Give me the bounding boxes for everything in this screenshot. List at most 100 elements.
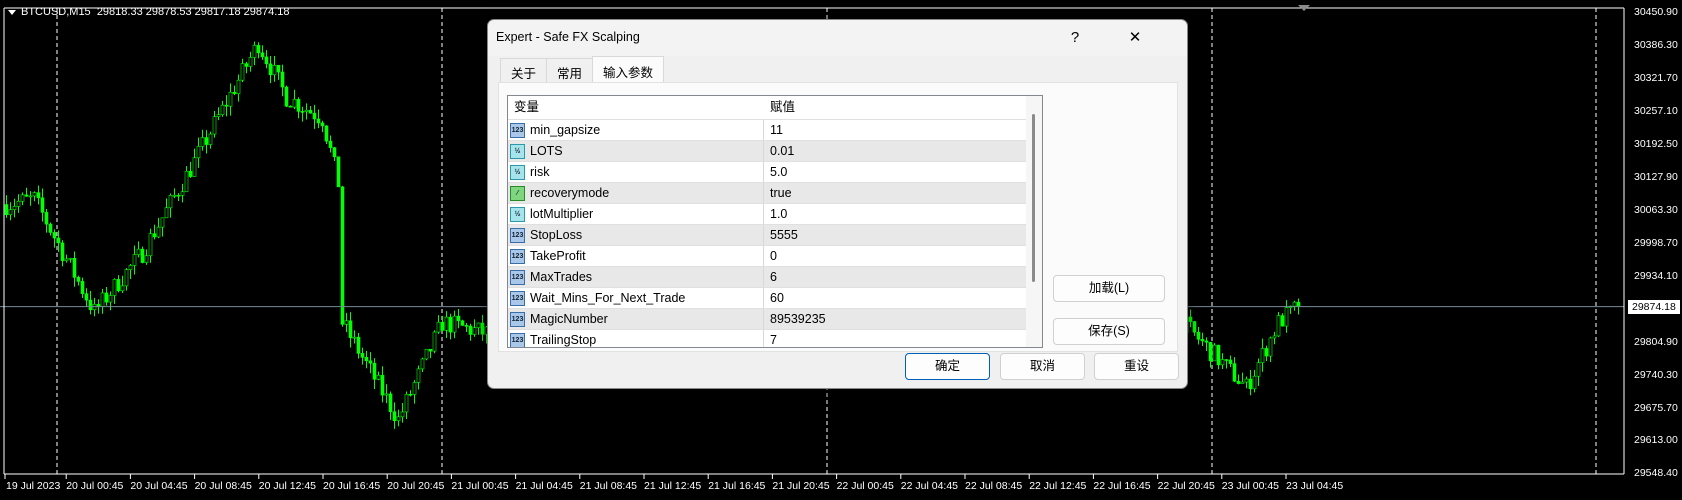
param-name-cell: ½ LOTS: [508, 141, 764, 161]
candle-body: [1232, 363, 1237, 382]
candle-body: [420, 358, 425, 370]
candle-body: [76, 277, 81, 282]
param-row[interactable]: 123 TrailingStop 7: [508, 329, 1042, 347]
candle-body: [416, 368, 421, 383]
param-row[interactable]: 123 MaxTrades 6: [508, 266, 1042, 287]
symbol-header[interactable]: BTCUSD,M15 29818.33 29878.53 29817.18 29…: [8, 6, 290, 18]
candle-body: [296, 99, 301, 112]
param-name: TakeProfit: [530, 248, 586, 263]
candle-body: [72, 257, 77, 278]
help-button[interactable]: ?: [1052, 24, 1098, 52]
candle-body: [440, 321, 445, 331]
integer-type-icon: 123: [510, 122, 525, 138]
param-value[interactable]: 5.0: [764, 162, 787, 182]
candle-body: [48, 223, 53, 233]
param-row[interactable]: 123 Wait_Mins_For_Next_Trade 60: [508, 287, 1042, 308]
param-value[interactable]: 5555: [764, 225, 798, 245]
time-label: 20 Jul 12:45: [258, 480, 317, 492]
candle-body: [380, 374, 385, 396]
ok-button[interactable]: 确定: [905, 353, 990, 380]
candle-body: [1248, 378, 1253, 390]
close-button[interactable]: ✕: [1112, 24, 1158, 52]
param-row[interactable]: ⁄ recoverymode true: [508, 182, 1042, 203]
param-value[interactable]: 0.01: [764, 141, 794, 161]
candle-body: [240, 63, 245, 81]
reset-button[interactable]: 重设: [1094, 353, 1179, 380]
dropdown-triangle-icon[interactable]: [8, 9, 16, 15]
candle-body: [408, 394, 413, 396]
price-label: 30127.90: [1634, 171, 1678, 183]
time-label: 21 Jul 16:45: [708, 480, 766, 492]
candle-body: [148, 233, 153, 257]
candle-body: [472, 327, 477, 335]
scrollbar[interactable]: [1026, 96, 1042, 347]
candle-body: [276, 64, 281, 73]
integer-type-icon: 123: [510, 269, 525, 285]
param-value[interactable]: 0: [764, 246, 777, 266]
load-button[interactable]: 加载(L): [1053, 275, 1165, 302]
param-name-cell: 123 MaxTrades: [508, 267, 764, 287]
candle-body: [1236, 380, 1241, 384]
candle-body: [1192, 321, 1197, 333]
candle-body: [188, 170, 193, 177]
param-value[interactable]: true: [764, 183, 792, 203]
param-name: StopLoss: [530, 227, 583, 242]
candle-body: [328, 140, 333, 148]
candle-body: [292, 99, 297, 108]
tab-common[interactable]: 常用: [546, 58, 594, 82]
tab-inputs[interactable]: 输入参数: [592, 56, 665, 82]
candle-body: [248, 57, 253, 67]
column-variable[interactable]: 变量: [508, 96, 764, 119]
scrollbar-thumb[interactable]: [1032, 114, 1035, 282]
param-value[interactable]: 7: [764, 330, 777, 347]
candle-body: [12, 206, 17, 210]
symbol-name: BTCUSD,M15: [21, 6, 91, 18]
price-label: 29934.10: [1634, 270, 1678, 282]
candle-body: [196, 146, 201, 159]
param-row[interactable]: ½ lotMultiplier 1.0: [508, 203, 1042, 224]
param-row[interactable]: ½ LOTS 0.01: [508, 140, 1042, 161]
inputs-panel: 变量 赋值 123 min_gapsize 11 ½ LOTS 0.01 ½ risk 5.0 ⁄…: [498, 82, 1178, 352]
param-row[interactable]: 123 TakeProfit 0: [508, 245, 1042, 266]
candle-body: [316, 118, 321, 124]
candle-body: [136, 248, 141, 255]
tab-about[interactable]: 关于: [500, 58, 548, 82]
param-name-cell: ½ risk: [508, 162, 764, 182]
save-button[interactable]: 保存(S): [1053, 318, 1165, 345]
candle-body: [1268, 337, 1273, 357]
candle-body: [280, 71, 285, 88]
ohlc-values: 29818.33 29878.53 29817.18 29874.18: [96, 6, 290, 18]
column-value[interactable]: 赋值: [764, 96, 795, 119]
candle-body: [304, 109, 309, 112]
candle-body: [1196, 331, 1201, 340]
param-row[interactable]: 123 min_gapsize 11: [508, 119, 1042, 140]
candle-body: [160, 217, 165, 228]
candle-body: [44, 212, 49, 225]
param-value[interactable]: 60: [764, 288, 784, 308]
integer-type-icon: 123: [510, 227, 525, 243]
time-label: 20 Jul 16:45: [323, 480, 381, 492]
price-label: 29998.70: [1634, 237, 1678, 249]
param-value[interactable]: 11: [764, 120, 783, 140]
param-row[interactable]: 123 MagicNumber 89539235: [508, 308, 1042, 329]
expert-properties-dialog: Expert - Safe FX Scalping ? ✕ 关于 常用 输入参数…: [487, 19, 1188, 389]
param-value[interactable]: 89539235: [764, 309, 826, 329]
candle-body: [140, 248, 145, 263]
time-label: 23 Jul 04:45: [1286, 480, 1344, 492]
candle-body: [152, 233, 157, 238]
candle-body: [180, 191, 185, 196]
param-row[interactable]: ½ risk 5.0: [508, 161, 1042, 182]
param-row[interactable]: 123 StopLoss 5555: [508, 224, 1042, 245]
time-label: 21 Jul 12:45: [644, 480, 702, 492]
dialog-titlebar[interactable]: Expert - Safe FX Scalping ? ✕: [488, 20, 1187, 56]
candle-body: [156, 226, 161, 238]
candle-body: [1224, 359, 1229, 361]
candle-body: [1200, 338, 1205, 342]
candle-body: [212, 116, 217, 135]
param-name: Wait_Mins_For_Next_Trade: [530, 290, 686, 305]
candle-body: [80, 281, 85, 294]
candle-body: [392, 411, 397, 422]
param-value[interactable]: 6: [764, 267, 777, 287]
cancel-button[interactable]: 取消: [1000, 353, 1085, 380]
param-value[interactable]: 1.0: [764, 204, 787, 224]
